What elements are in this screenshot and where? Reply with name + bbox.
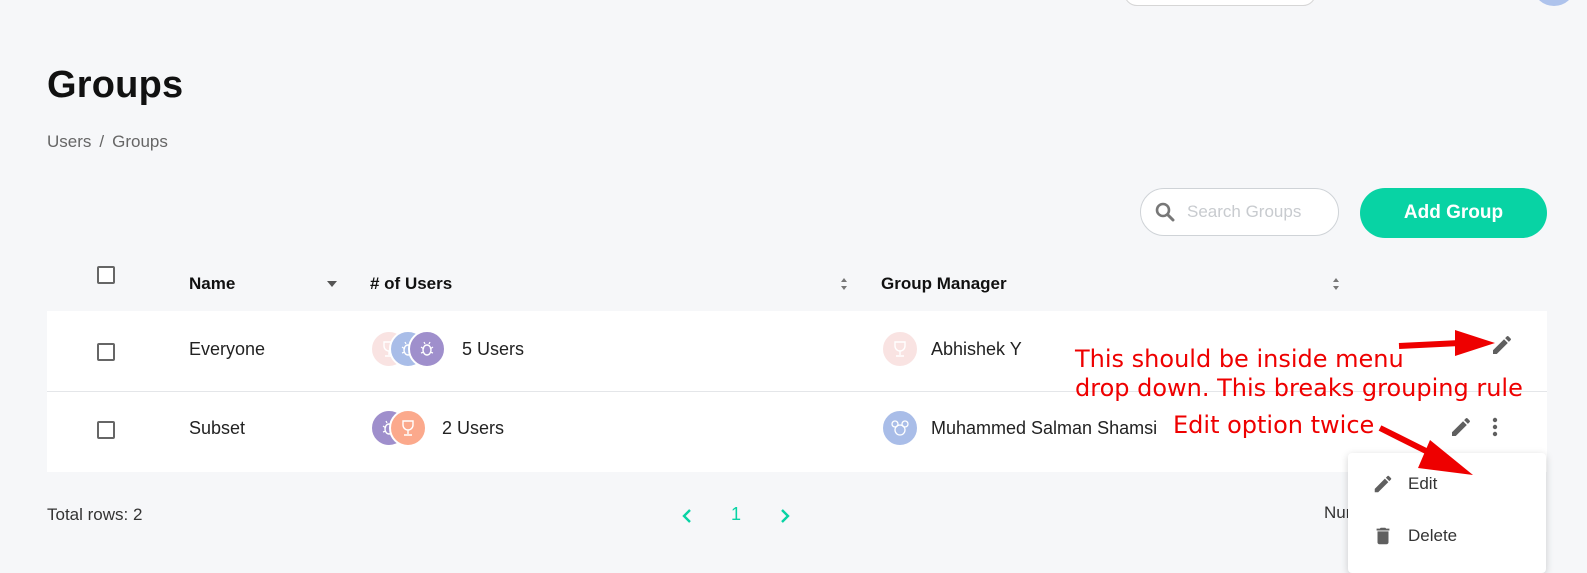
menu-item-edit[interactable]: Edit	[1372, 473, 1437, 495]
column-header-manager[interactable]: Group Manager	[881, 274, 1007, 294]
manager-avatar	[881, 409, 919, 447]
menu-item-label: Edit	[1408, 474, 1438, 493]
user-count[interactable]: 5 Users	[462, 339, 524, 360]
top-search-field[interactable]	[1124, 0, 1316, 6]
trash-icon	[1376, 527, 1390, 545]
sort-down-icon[interactable]	[327, 276, 337, 292]
annotation-line-1: This should be inside menu	[1075, 345, 1404, 373]
trophy-icon	[402, 420, 414, 436]
manager-name: Muhammed Salman Shamsi	[931, 418, 1158, 438]
menu-item-delete[interactable]: Delete	[1372, 525, 1457, 547]
more-vertical-icon[interactable]	[1489, 415, 1501, 439]
user-count[interactable]: 2 Users	[442, 418, 504, 439]
sort-both-icon[interactable]	[1331, 276, 1341, 292]
select-all-checkbox[interactable]	[97, 266, 115, 284]
annotation-line-3: Edit option twice	[1173, 411, 1375, 439]
bug-icon	[420, 341, 434, 356]
page-title: Groups	[47, 64, 184, 106]
sort-both-icon[interactable]	[839, 276, 849, 292]
chevron-left-icon[interactable]	[682, 508, 692, 524]
trophy-icon	[894, 341, 906, 357]
user-avatar-bug	[408, 330, 446, 368]
column-header-users[interactable]: # of Users	[370, 274, 452, 294]
user-avatar[interactable]	[1534, 0, 1574, 6]
group-name: Everyone	[189, 339, 266, 359]
manager-avatar	[881, 330, 919, 368]
pencil-icon[interactable]	[1490, 333, 1514, 357]
manager-name: Abhishek Y	[931, 339, 1022, 359]
menu-item-label: Delete	[1408, 526, 1458, 545]
search-groups-field[interactable]	[1140, 188, 1339, 236]
search-input[interactable]	[1185, 201, 1329, 223]
breadcrumb-users[interactable]: Users	[47, 132, 91, 152]
row-checkbox[interactable]	[97, 421, 115, 439]
row-checkbox[interactable]	[97, 343, 115, 361]
group-name: Subset	[189, 418, 246, 438]
pencil-icon[interactable]	[1449, 415, 1473, 439]
row-action-menu: Edit Delete	[1348, 453, 1546, 573]
pencil-icon	[1374, 475, 1392, 493]
breadcrumb: Users / Groups	[47, 132, 168, 152]
add-group-button[interactable]: Add Group	[1360, 188, 1547, 238]
breadcrumb-groups: Groups	[112, 132, 168, 151]
breadcrumb-separator: /	[99, 132, 105, 151]
total-rows-label: Total rows: 2	[47, 505, 143, 524]
search-icon	[1155, 202, 1175, 222]
mouse-icon	[891, 420, 909, 436]
chevron-right-icon[interactable]	[780, 508, 790, 524]
column-header-name[interactable]: Name	[189, 274, 235, 294]
page-number[interactable]: 1	[731, 504, 741, 525]
annotation-line-2: drop down. This breaks grouping rule	[1075, 374, 1523, 402]
user-avatar-trophy	[389, 409, 427, 447]
table-header: Name # of Users Group Manager	[47, 262, 1547, 310]
